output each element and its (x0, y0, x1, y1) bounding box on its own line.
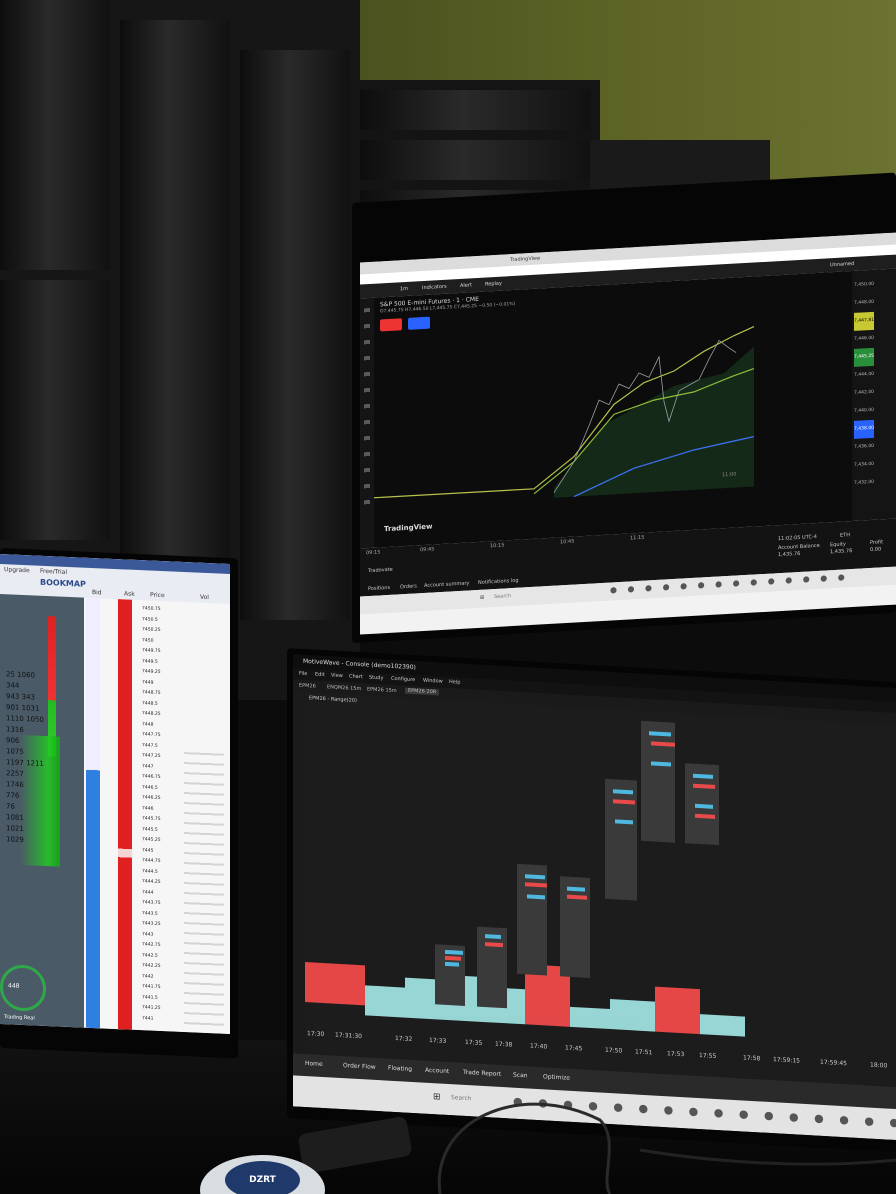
price-tick: 7,442.00 (854, 389, 875, 396)
taskbar-search[interactable]: Search (494, 593, 511, 600)
tab-orders[interactable]: Orders (400, 583, 417, 590)
replay-button[interactable]: Replay (485, 281, 502, 288)
menu-configure[interactable]: Configure (391, 676, 415, 683)
column-header-bid: Bid (92, 589, 102, 597)
foam-wedge (0, 280, 110, 540)
foam-wedge (240, 50, 350, 320)
foam-wedge (0, 0, 110, 270)
price-column: 7450.75 7450.5 7450.25 7450 7449.75 7449.5 74… (142, 606, 161, 1022)
price-tick: 7,436.00 (854, 443, 875, 450)
time-axis-label: 11:15 (630, 534, 645, 542)
tradingview-screen: TradingView 1m Indicators Alert Replay U… (360, 232, 896, 635)
column-header-volume: Vol (200, 593, 209, 602)
price-tick: 7,444.00 (854, 371, 875, 378)
menu-chart[interactable]: Chart (349, 673, 363, 680)
cables (437, 1102, 896, 1194)
desk-scene: TradingView 1m Indicators Alert Replay U… (0, 0, 896, 1194)
interval-button[interactable]: 1m (400, 286, 408, 292)
bookmap-logo: BOOKMAP (40, 577, 86, 589)
menu-file[interactable]: File (299, 671, 307, 677)
upgrade-link[interactable]: Upgrade (4, 566, 30, 574)
profit-label: Profit (870, 539, 884, 547)
foam-wedge (120, 300, 230, 560)
price-tick: 7,447.81 (854, 311, 875, 331)
price-scale[interactable]: 7,450.00 7,448.00 7,447.81 7,446.00 7,44… (852, 268, 896, 522)
price-tick: 7,438.00 (854, 419, 875, 439)
start-icon[interactable]: ⊞ (480, 595, 484, 601)
time-axis-label: 09:45 (420, 546, 435, 554)
menu-window[interactable]: Window (423, 678, 443, 685)
account-balance-label: Account Balance (778, 542, 820, 552)
layout-name[interactable]: Unnamed (830, 261, 854, 268)
chart-plot: 11:00 (374, 325, 755, 499)
heatmap[interactable]: 25 1060 344 943 343 901 1031 1110 1050 1… (0, 594, 84, 1028)
menu-edit[interactable]: Edit (315, 672, 325, 679)
drawing-toolbar[interactable] (360, 297, 374, 549)
price-tick: 7,445.25 (854, 347, 875, 367)
price-chart[interactable]: S&P 500 E-mini Futures · 1 · CME O7,445.… (374, 271, 852, 548)
browser-tab[interactable]: TradingView (510, 255, 540, 263)
price-tick: 7,432.00 (854, 479, 875, 486)
session-toggle[interactable]: ETH (840, 532, 850, 539)
time-axis-label: 10:15 (490, 542, 505, 550)
column-header-price: Price (150, 591, 165, 600)
foam-wedge (240, 320, 350, 620)
menu-view[interactable]: View (331, 672, 343, 679)
menu-help[interactable]: Help (449, 679, 460, 686)
indicators-button[interactable]: Indicators (422, 284, 447, 291)
price-tick: 7,434.00 (854, 461, 875, 468)
tab-notifications-log[interactable]: Notifications log (478, 578, 519, 586)
foam-wedge (120, 20, 230, 300)
alert-button[interactable]: Alert (460, 282, 472, 289)
svg-text:11:00: 11:00 (722, 472, 736, 479)
menu-study[interactable]: Study (369, 675, 383, 682)
bookmap-screen: Upgrade Free/Trial BOOKMAP Bid Ask Price… (0, 554, 230, 1035)
gauge-value: 448 (8, 982, 20, 990)
price-tick: 7,450.00 (854, 281, 875, 288)
price-tick: 7,440.00 (854, 407, 875, 414)
time-axis-label: 10:45 (560, 538, 575, 546)
foam-wedge (360, 140, 590, 180)
equity-value: 1,435.76 (830, 548, 853, 556)
clock: 11:02:05 UTC-4 (778, 534, 817, 543)
equity-label: Equity (830, 541, 846, 549)
dom-ladder[interactable]: 7450.75 7450.5 7450.25 7450 7449.75 7449.5 74… (84, 597, 230, 1035)
profit-value: 0.00 (870, 546, 882, 554)
column-header-ask: Ask (124, 590, 135, 598)
time-axis-label: 09:15 (366, 549, 381, 557)
tab-epm26[interactable]: EPM26 (299, 683, 316, 690)
heatmap-size-column: 25 1060 344 943 343 901 1031 1110 1050 1… (6, 670, 44, 845)
tab-epm26-15m[interactable]: EPM26 15m (367, 686, 397, 694)
tab-epm26-20r[interactable]: EPM26 20R (405, 687, 440, 696)
tab-positions[interactable]: Positions (368, 585, 390, 592)
price-tick: 7,448.00 (854, 299, 875, 306)
tab-account-summary[interactable]: Account summary (424, 580, 469, 589)
monitor-top-right: TradingView 1m Indicators Alert Replay U… (352, 172, 896, 643)
foam-wedge (360, 90, 590, 130)
trial-label: Free/Trial (40, 567, 68, 576)
broker-name[interactable]: Tradovate (368, 567, 393, 574)
account-balance: 1,435.76 (778, 550, 801, 559)
tab-enqm26-15m[interactable]: ENQM26 15m (327, 684, 361, 692)
monitor-left: Upgrade Free/Trial BOOKMAP Bid Ask Price… (0, 548, 238, 1059)
price-tick: 7,446.00 (854, 335, 875, 342)
